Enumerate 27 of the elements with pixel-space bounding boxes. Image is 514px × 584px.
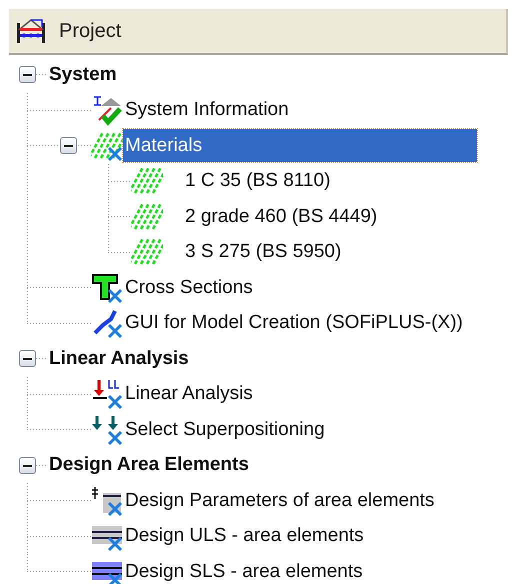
tree-item[interactable]: Design Area Elements — [47, 450, 251, 480]
tree-item[interactable]: 2 grade 460 (BS 4449) — [183, 202, 380, 232]
tree-item[interactable]: System — [47, 60, 119, 90]
structure-icon — [15, 17, 47, 45]
tree-item[interactable]: Cross Sections — [123, 272, 255, 303]
collapse-button[interactable] — [19, 350, 36, 368]
tree-item[interactable]: Select Superpositioning — [123, 414, 327, 445]
tree-item[interactable]: Linear Analysis — [123, 379, 255, 410]
slab-icon — [91, 484, 123, 517]
collapse-button[interactable] — [60, 137, 77, 154]
tree-item[interactable]: 3 S 275 (BS 5950) — [183, 237, 344, 268]
collapse-button[interactable] — [19, 66, 36, 84]
tree-item[interactable]: System Information — [123, 95, 291, 126]
t-section-icon — [91, 272, 123, 304]
panel-title: Project — [59, 20, 122, 42]
tree-item[interactable]: Linear Analysis — [47, 344, 191, 374]
structure-check-icon — [91, 94, 123, 126]
collapse-button[interactable] — [19, 456, 36, 474]
frame-icon — [91, 307, 123, 340]
load-icon — [91, 378, 123, 410]
tree-item[interactable]: Design SLS - area elements — [123, 556, 365, 584]
tree-item[interactable]: Design ULS - area elements — [123, 521, 366, 552]
arrows-icon — [91, 414, 123, 446]
tree-item[interactable]: Design Parameters of area elements — [123, 486, 436, 516]
tree-item[interactable]: 1 C 35 (BS 8110) — [183, 166, 332, 196]
tree-item[interactable]: Materials — [123, 129, 478, 162]
tree-item[interactable]: GUI for Model Creation (SOFiPLUS-(X)) — [123, 308, 465, 338]
